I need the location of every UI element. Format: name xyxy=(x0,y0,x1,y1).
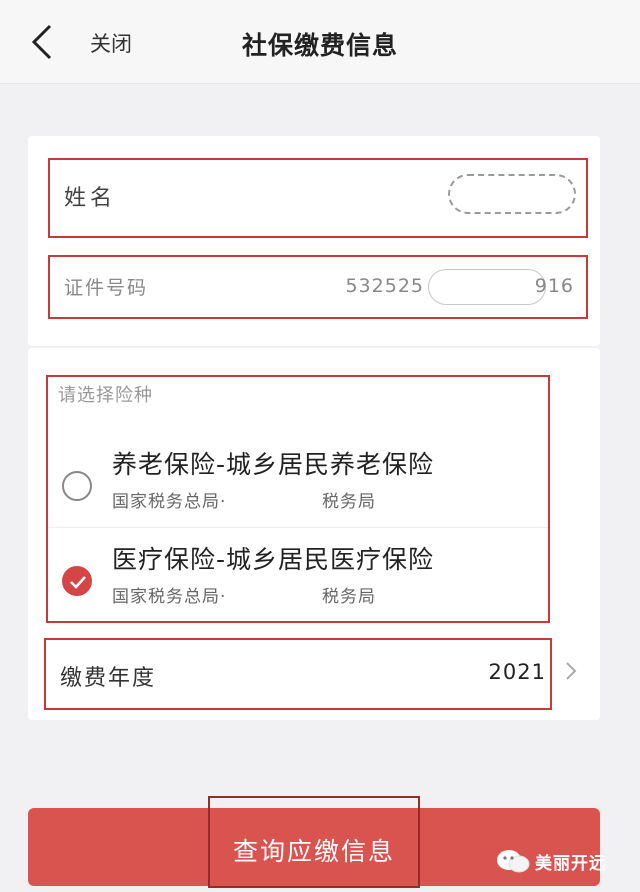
option-org: 国家税务总局· xyxy=(112,587,227,607)
id-number-row: 证件号码 532525 916 xyxy=(48,255,588,319)
option-title: 养老保险-城乡居民养老保险 xyxy=(112,450,435,479)
name-redaction xyxy=(448,174,576,214)
id-number-redaction xyxy=(428,269,546,305)
check-icon[interactable] xyxy=(62,566,92,596)
radio-unchecked-icon[interactable] xyxy=(62,471,92,501)
option-bureau: 税务局 xyxy=(322,587,376,607)
id-number-label: 证件号码 xyxy=(64,277,149,299)
query-button-annotation xyxy=(208,796,420,888)
insurance-hint: 请选择险种 xyxy=(58,385,153,406)
name-row: 姓名 xyxy=(48,158,588,238)
option-title: 医疗保险-城乡居民医疗保险 xyxy=(112,545,435,574)
watermark-text: 美丽开远 xyxy=(535,853,607,874)
id-number-prefix: 532525 xyxy=(345,275,424,297)
name-label: 姓名 xyxy=(64,186,117,211)
payment-year-label: 缴费年度 xyxy=(60,666,157,691)
payment-year-row[interactable]: 缴费年度 2021 xyxy=(44,638,552,710)
insurance-option-pension[interactable]: 养老保险-城乡居民养老保险 国家税务总局· 税务局 xyxy=(48,433,548,531)
watermark: 美丽开远 xyxy=(495,846,607,876)
id-number-suffix: 916 xyxy=(534,275,574,297)
insurance-type-selector: 请选择险种 养老保险-城乡居民养老保险 国家税务总局· 税务局 医疗保险-城乡居… xyxy=(46,375,550,623)
page-title: 社保缴费信息 xyxy=(241,31,398,60)
chevron-right-icon[interactable] xyxy=(564,660,578,682)
insurance-option-medical[interactable]: 医疗保险-城乡居民医疗保险 国家税务总局· 税务局 xyxy=(48,527,548,625)
payment-year-value: 2021 xyxy=(488,660,546,684)
wechat-icon xyxy=(497,850,530,873)
option-org: 国家税务总局· xyxy=(112,492,227,512)
navigation-bar: 关闭 社保缴费信息 xyxy=(0,0,640,84)
option-bureau: 税务局 xyxy=(322,492,376,512)
